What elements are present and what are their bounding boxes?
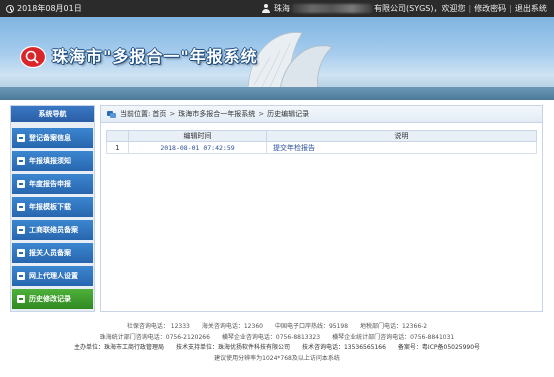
water-strip	[0, 87, 554, 100]
redacted-company-name	[292, 4, 372, 13]
breadcrumb-prefix: 当前位置:	[120, 110, 151, 118]
list-icon	[17, 180, 25, 188]
list-icon	[17, 157, 25, 165]
sidebar-item-online-agent[interactable]: 网上代理人设置	[12, 266, 93, 286]
footer-contact-line-2: 珠海统计部门咨询电话：0756-2120266 横琴企业咨询电话：0756-88…	[99, 333, 455, 341]
sidebar-item-label: 历史修改记录	[29, 295, 71, 303]
history-table: 编辑时间 说明 1 2018-08-01 07:42:59 提交年检报告	[106, 130, 537, 154]
sidebar-item-registration-info[interactable]: 登记备案信息	[12, 128, 93, 148]
sidebar-item-liaison-filing[interactable]: 工商联络员备案	[12, 220, 93, 240]
list-icon	[17, 134, 25, 142]
header-banner: 珠海市"多报合一"年报系统	[0, 17, 554, 100]
sidebar-item-history[interactable]: 历史修改记录	[12, 289, 93, 309]
logout-link[interactable]: 退出系统	[515, 3, 547, 14]
date-text: 2018年08月01日	[17, 4, 82, 13]
row-time: 2018-08-01 07:42:59	[128, 141, 267, 154]
index-column-header	[106, 130, 129, 142]
system-title: 珠海市"多报合一"年报系统	[52, 47, 258, 66]
list-icon	[17, 226, 25, 234]
breadcrumb-current: 历史编辑记录	[267, 110, 310, 118]
location-icon	[107, 110, 116, 118]
breadcrumb-system[interactable]: 珠海市多报合一年报系统	[178, 109, 255, 119]
footer: 社保咨询电话： 12333 海关咨询电话：12360 中国电子口岸热线：9519…	[0, 322, 554, 364]
date-display: 2018年08月01日	[6, 3, 82, 14]
user-name-suffix: 有限公司(SYGS)，欢迎您	[374, 4, 466, 13]
list-icon	[17, 203, 25, 211]
clock-icon	[6, 4, 14, 13]
sidebar-header: 系统导航	[11, 106, 94, 122]
sidebar-item-label: 登记备案信息	[29, 134, 71, 142]
sidebar-item-label: 年报填报须知	[29, 157, 71, 165]
sidebar-item-label: 年度报告申报	[29, 180, 71, 188]
sidebar-item-customs-filing[interactable]: 报关人员备案	[12, 243, 93, 263]
footer-sponsor-line: 主办单位：珠海市工商行政管理局 技术支持单位：珠海优扬软件科技有限公司 技术咨询…	[73, 344, 481, 351]
footer-contact-line-1: 社保咨询电话： 12333 海关咨询电话：12360 中国电子口岸热线：9519…	[126, 323, 428, 330]
desc-column-header: 说明	[266, 130, 537, 142]
breadcrumb-home[interactable]: 首页	[152, 109, 166, 119]
list-icon	[17, 295, 25, 303]
sidebar-item-template-download[interactable]: 年报模板下载	[12, 197, 93, 217]
change-password-link[interactable]: 修改密码	[474, 3, 506, 14]
emblem-logo-icon	[20, 46, 46, 68]
time-column-header: 编辑时间	[128, 130, 267, 142]
table-header-row: 编辑时间 说明	[106, 130, 537, 142]
user-icon	[262, 4, 270, 13]
breadcrumb: 当前位置: 首页 > 珠海市多报合一年报系统 > 历史编辑记录	[101, 106, 542, 123]
main-panel: 当前位置: 首页 > 珠海市多报合一年报系统 > 历史编辑记录 编辑时间 说明 …	[100, 105, 543, 312]
sidebar-item-filing-notice[interactable]: 年报填报须知	[12, 151, 93, 171]
sidebar-item-label: 年报模板下载	[29, 203, 71, 211]
user-name-prefix: 珠海	[274, 4, 290, 13]
row-desc[interactable]: 提交年检报告	[266, 141, 537, 154]
row-index: 1	[106, 141, 129, 154]
sidebar-item-label: 工商联络员备案	[29, 226, 78, 234]
sidebar-nav: 系统导航 登记备案信息 年报填报须知 年度报告申报 年报模板下载 工商联络员备案…	[10, 105, 95, 312]
sidebar-item-annual-report[interactable]: 年度报告申报	[12, 174, 93, 194]
list-icon	[17, 249, 25, 257]
footer-resolution-note: 建议使用分辨率为1024*768及以上访问本系统	[214, 354, 340, 362]
sidebar-item-label: 报关人员备案	[29, 249, 71, 257]
list-icon	[17, 272, 25, 280]
top-bar: 2018年08月01日 珠海 有限公司(SYGS)，欢迎您 | 修改密码 | 退…	[0, 0, 554, 17]
table-row: 1 2018-08-01 07:42:59 提交年检报告	[106, 141, 537, 154]
user-info: 珠海 有限公司(SYGS)，欢迎您 | 修改密码 | 退出系统	[262, 3, 547, 14]
sidebar-item-label: 网上代理人设置	[29, 272, 78, 280]
